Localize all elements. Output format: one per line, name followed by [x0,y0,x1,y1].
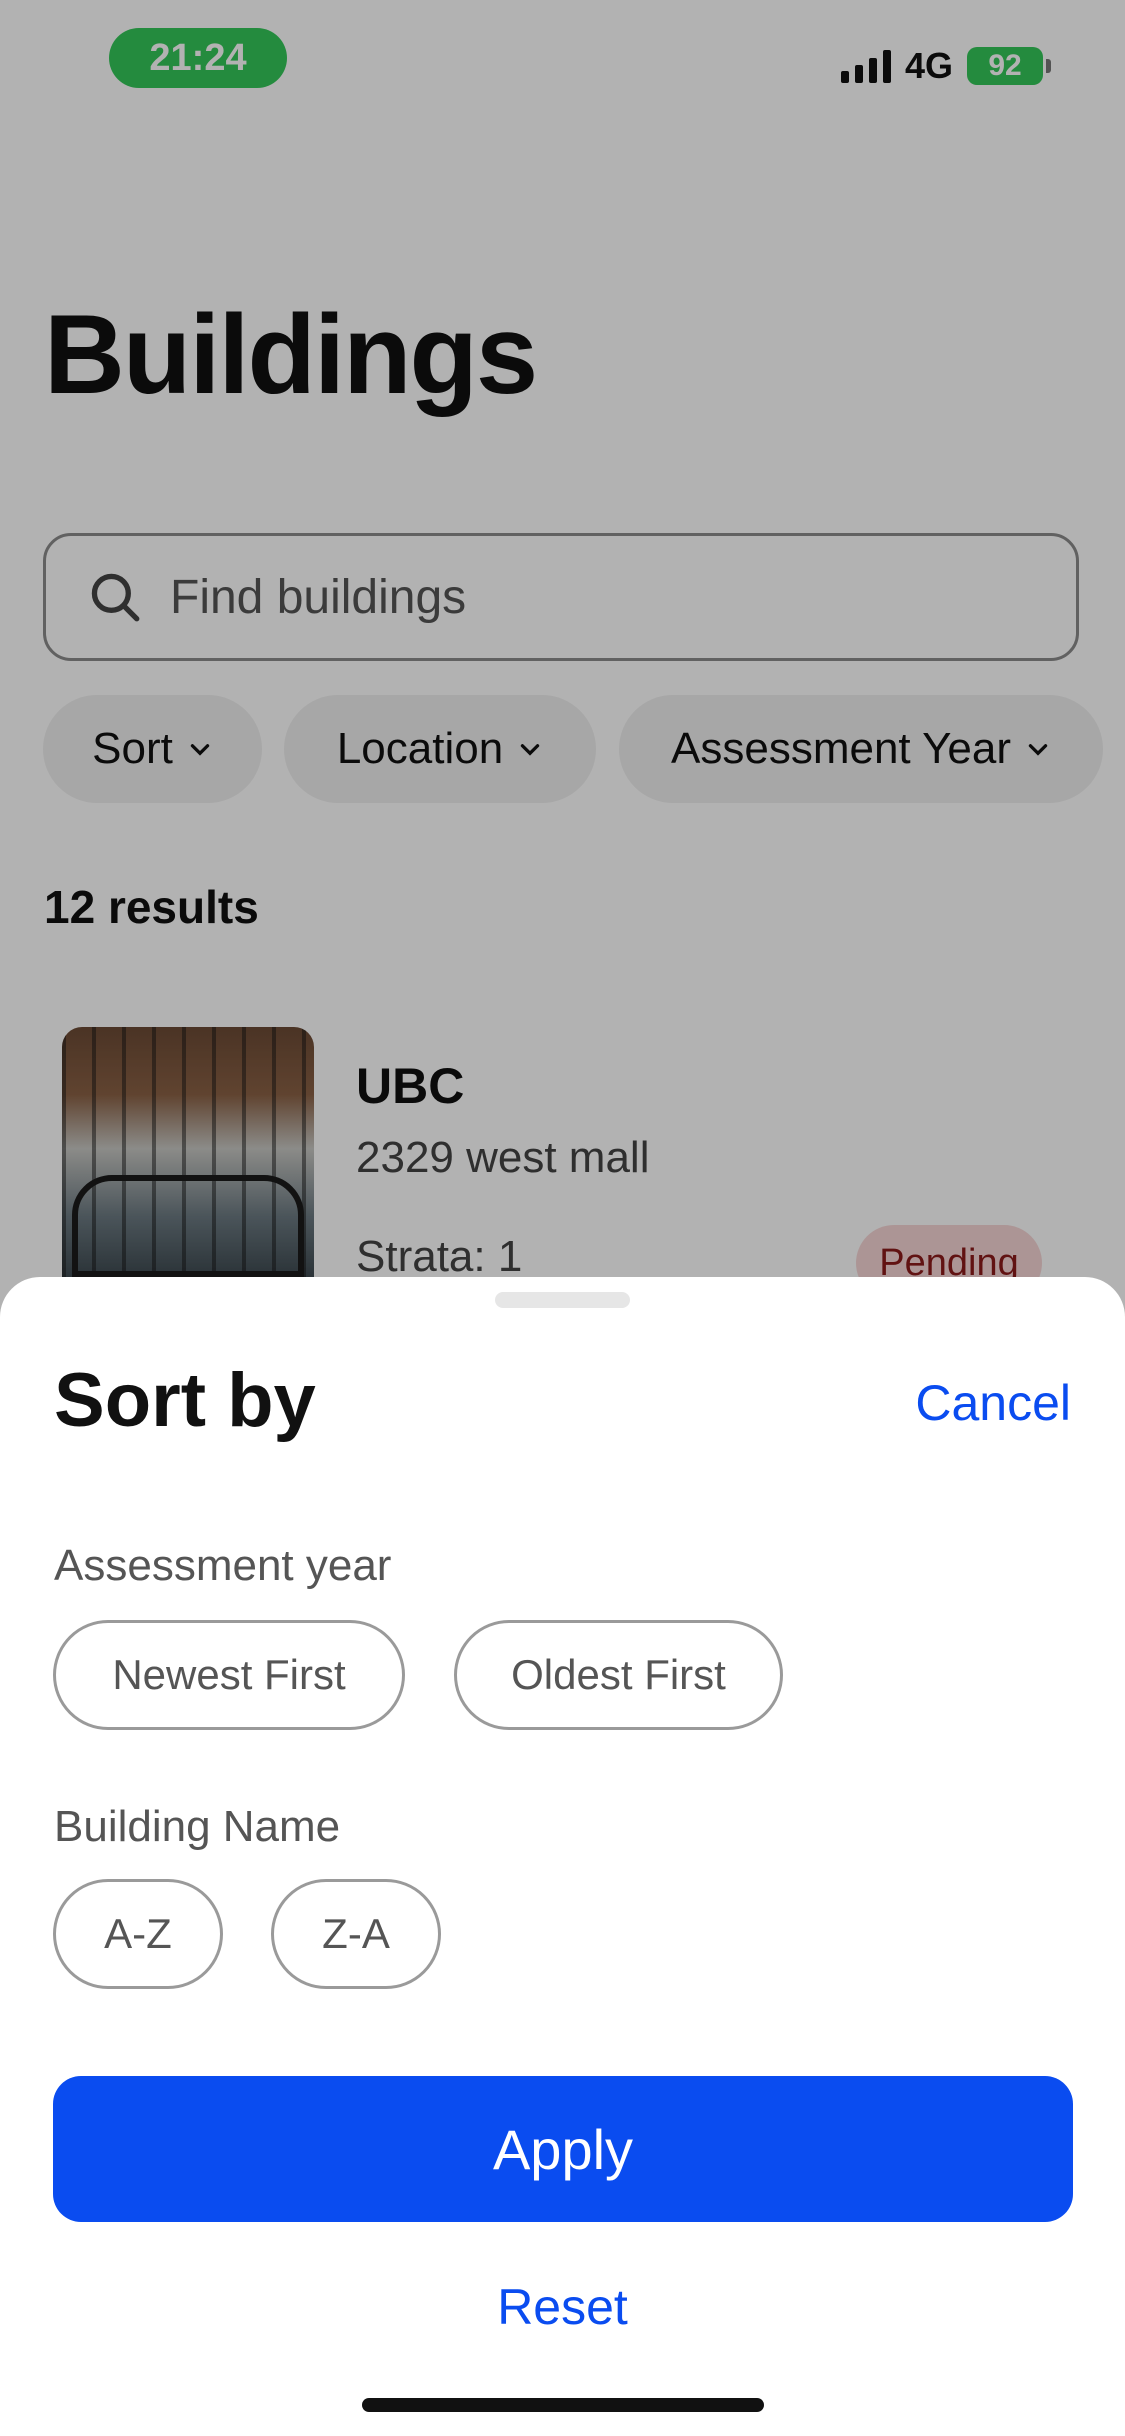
home-indicator [362,2398,764,2412]
sheet-title: Sort by [54,1358,316,1443]
cancel-button[interactable]: Cancel [915,1374,1071,1432]
z-a-option[interactable]: Z-A [271,1879,441,1989]
a-z-option[interactable]: A-Z [53,1879,223,1989]
sheet-grabber[interactable] [495,1292,630,1308]
assessment-year-section-label: Assessment year [54,1541,392,1590]
oldest-first-option[interactable]: Oldest First [454,1620,783,1730]
reset-button[interactable]: Reset [0,2277,1125,2337]
newest-first-option[interactable]: Newest First [53,1620,405,1730]
building-name-section-label: Building Name [54,1802,341,1851]
sort-bottom-sheet: Sort by Cancel Assessment year Newest Fi… [0,1277,1125,2436]
apply-button[interactable]: Apply [53,2076,1073,2222]
